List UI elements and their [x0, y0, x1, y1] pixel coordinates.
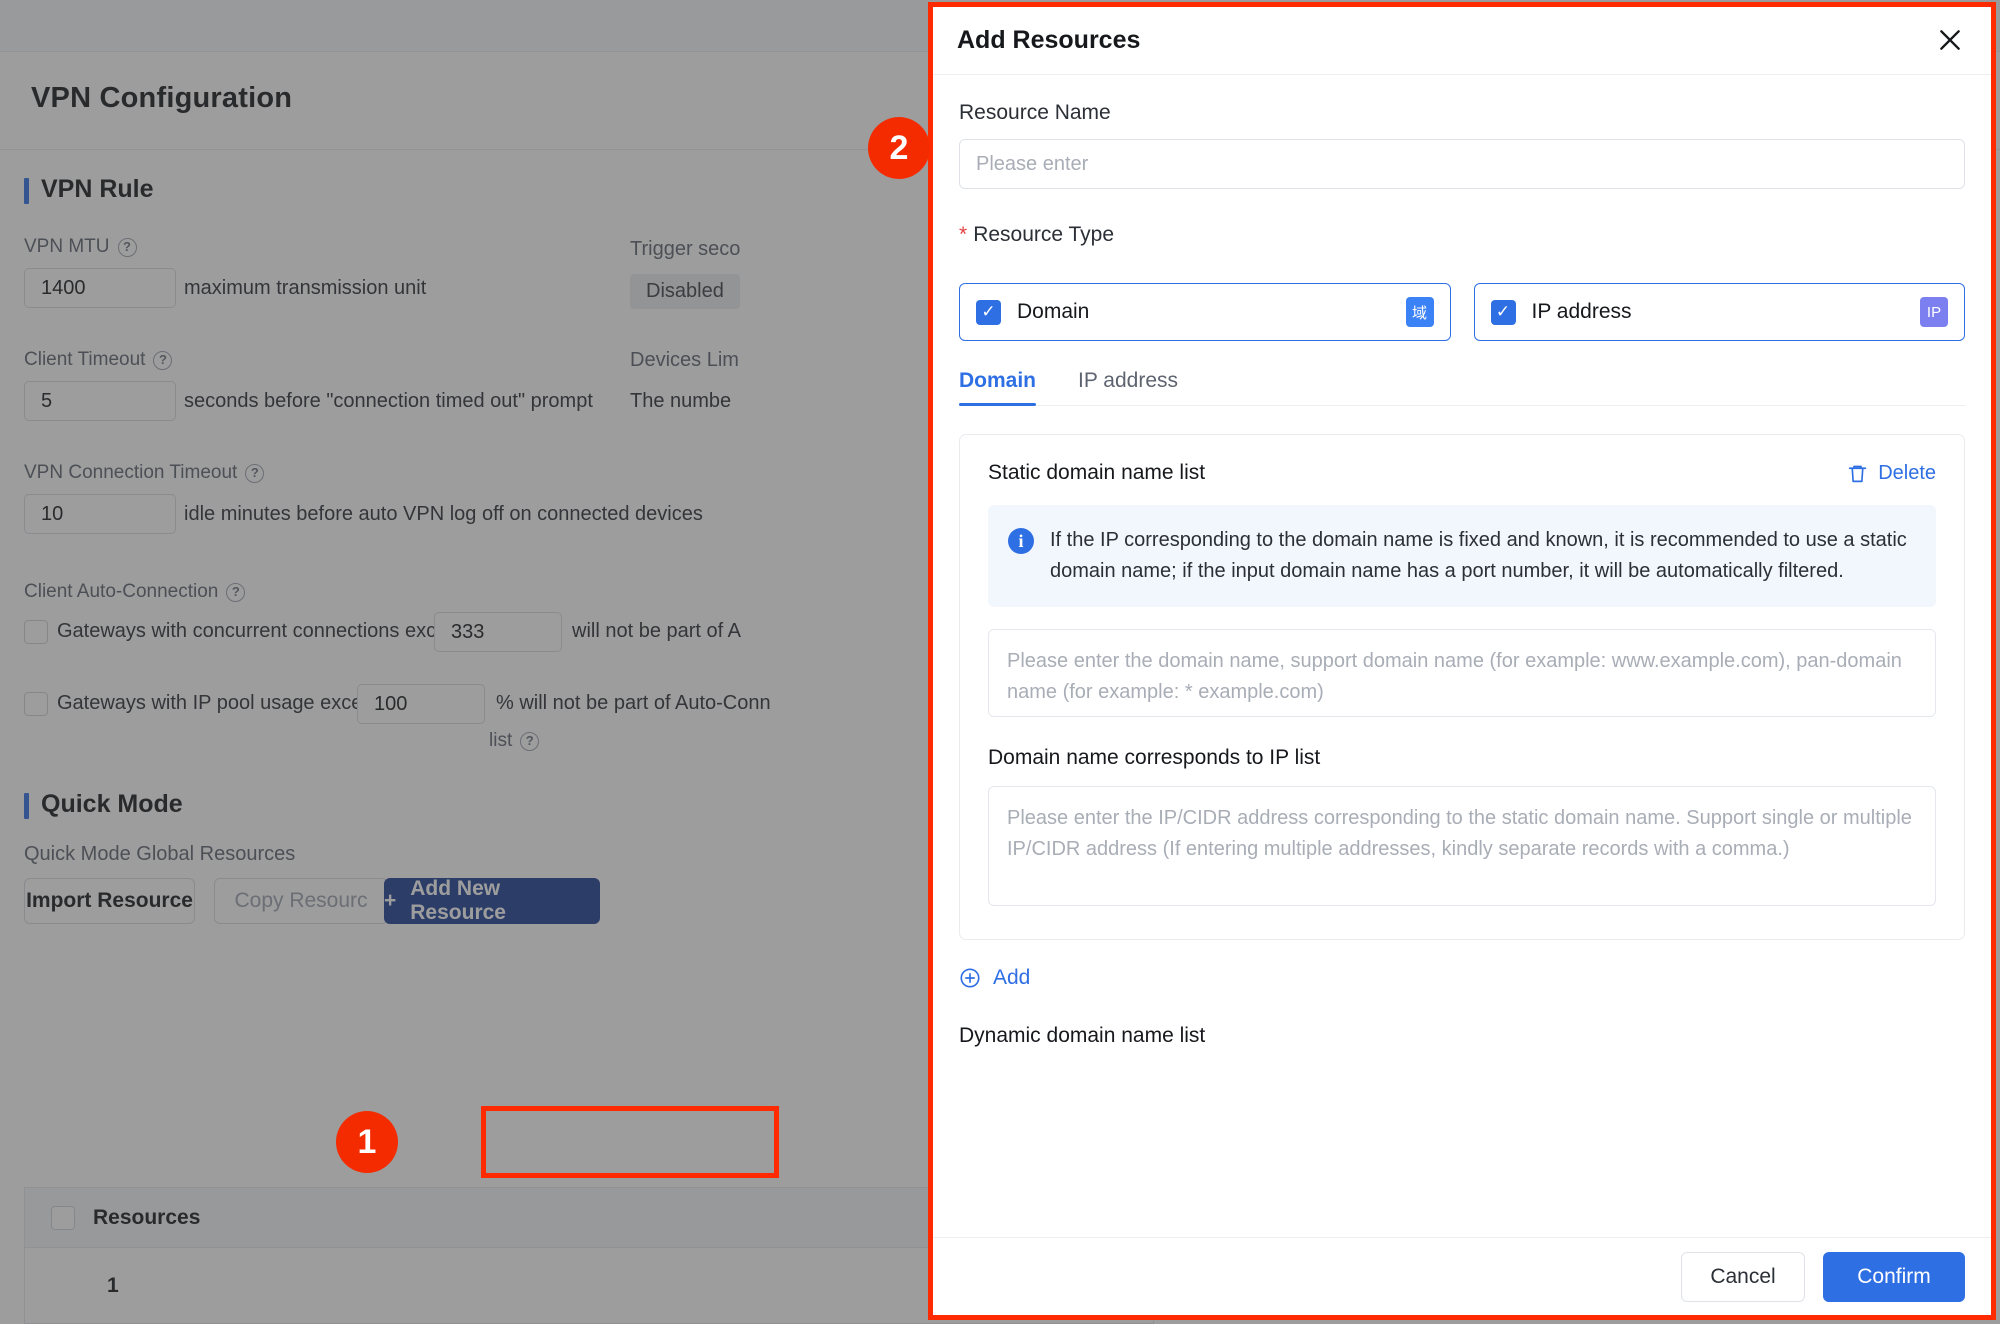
help-icon[interactable]: ? [226, 582, 246, 602]
label-client-auto-connection-text: Client Auto-Connection [24, 581, 219, 602]
resource-type-label: * Resource Type [959, 223, 1965, 247]
tab-domain[interactable]: Domain [959, 369, 1037, 406]
label-trigger-second: Trigger seco [630, 238, 741, 260]
confirm-button[interactable]: Confirm [1823, 1251, 1965, 1302]
info-notice-text: If the IP corresponding to the domain na… [1050, 529, 1907, 582]
label-devices-limit: Devices Lim [630, 349, 739, 371]
domain-badge-icon: 域 [1405, 297, 1434, 327]
resources-column-header: Resources [93, 1205, 201, 1229]
info-icon: i [1008, 528, 1034, 554]
required-mark: * [959, 223, 968, 246]
input-vpn-mtu[interactable]: 1400 [24, 268, 176, 308]
checkbox-concurrent-connections[interactable] [24, 620, 48, 644]
dialog-footer: Cancel Confirm [933, 1237, 1991, 1315]
annotation-marker-1: 1 [336, 1111, 398, 1173]
highlight-box-add-new-resource [481, 1106, 779, 1178]
domain-ip-list-label: Domain name corresponds to IP list [988, 746, 1321, 769]
suffix-ip-pool-usage-line2: list ? [489, 730, 540, 752]
close-icon[interactable] [1931, 21, 1969, 59]
label-vpn-mtu: VPN MTU ? [24, 236, 137, 258]
resource-name-label: Resource Name [959, 101, 1111, 124]
dialog-title: Add Resources [957, 26, 1141, 54]
label-vpn-mtu-text: VPN MTU [24, 236, 110, 257]
resource-type-ip-label: IP address [1531, 300, 1632, 323]
checkbox-ip-pool-usage[interactable] [24, 692, 48, 716]
static-domain-info-notice: i If the IP corresponding to the domain … [988, 505, 1936, 607]
label-client-auto-connection: Client Auto-Connection ? [24, 581, 246, 603]
input-ip-pool-usage[interactable]: 100 [357, 684, 485, 724]
help-icon[interactable]: ? [117, 237, 137, 257]
hint-vpn-connection-timeout: idle minutes before auto VPN log off on … [184, 503, 703, 525]
help-icon[interactable]: ? [520, 731, 540, 751]
section-heading-vpn-rule: VPN Rule [24, 175, 154, 204]
hint-devices-limit: The numbe [630, 390, 732, 412]
cancel-button[interactable]: Cancel [1681, 1251, 1805, 1302]
suffix-ip-pool-usage: % will not be part of Auto-Conn [496, 692, 771, 714]
add-label: Add [993, 966, 1031, 989]
resource-type-options: ✓ Domain 域 ✓ IP address IP [959, 283, 1965, 341]
dialog-body: Resource Name *Resource Type ✓ Domain 域 … [933, 75, 1991, 1237]
static-domain-name-card: Static domain name list Delete i If the … [959, 434, 1965, 940]
tab-ip-address[interactable]: IP address [1078, 369, 1178, 405]
import-resource-button[interactable]: Import Resource [24, 878, 195, 924]
hint-client-timeout: seconds before "connection timed out" pr… [184, 390, 593, 412]
section-heading-quick-mode: Quick Mode [24, 790, 183, 819]
dynamic-domain-list-title: Dynamic domain name list [959, 1024, 1206, 1047]
label-vpn-connection-timeout: VPN Connection Timeout ? [24, 462, 265, 484]
domain-ip-list-textarea[interactable] [988, 786, 1936, 906]
input-vpn-connection-timeout[interactable]: 10 [24, 494, 176, 534]
delete-static-domain-button[interactable]: Delete [1847, 462, 1936, 485]
resource-type-domain-label: Domain [1017, 300, 1090, 323]
checkbox-ip-checked[interactable]: ✓ [1490, 299, 1516, 325]
help-icon[interactable]: ? [245, 463, 265, 483]
annotation-marker-2: 2 [868, 117, 930, 179]
domain-name-textarea[interactable] [988, 629, 1936, 717]
copy-resource-button[interactable]: Copy Resourc [214, 878, 388, 924]
resource-type-label-text: Resource Type [973, 223, 1115, 246]
checkbox-select-all-resources[interactable] [51, 1205, 75, 1230]
status-badge-trigger: Disabled [630, 274, 740, 309]
trash-icon [1847, 463, 1868, 484]
dialog-header: Add Resources [933, 7, 1991, 75]
add-static-domain-button[interactable]: Add [959, 966, 1965, 990]
input-concurrent-connections[interactable]: 333 [434, 612, 562, 652]
plus-circle-icon [959, 967, 981, 989]
static-domain-list-title: Static domain name list [988, 461, 1206, 484]
ip-badge-icon: IP [1920, 297, 1948, 327]
label-client-timeout-text: Client Timeout [24, 349, 146, 370]
checkbox-domain-checked[interactable]: ✓ [976, 299, 1001, 325]
resource-type-option-domain[interactable]: ✓ Domain 域 [959, 283, 1451, 341]
input-client-timeout[interactable]: 5 [24, 381, 176, 421]
suffix-concurrent-connections: will not be part of A [572, 620, 741, 642]
hint-vpn-mtu: maximum transmission unit [184, 277, 427, 299]
resource-tabs: Domain IP address [959, 369, 1965, 406]
label-quick-mode-global-resources: Quick Mode Global Resources [24, 843, 296, 865]
add-new-resource-label: Add New Resource [410, 877, 506, 924]
suffix-ip-pool-usage-line2-text: list [489, 730, 513, 751]
resource-type-option-ip[interactable]: ✓ IP address IP [1473, 283, 1965, 341]
page-title: VPN Configuration [31, 82, 293, 114]
plus-icon: + [384, 889, 397, 912]
label-concurrent-connections: Gateways with concurrent connections exc… [57, 620, 497, 642]
add-resources-dialog: Add Resources Resource Name *Resource Ty… [928, 2, 1996, 1320]
label-vpn-connection-timeout-text: VPN Connection Timeout [24, 462, 238, 483]
delete-label: Delete [1878, 461, 1936, 484]
label-client-timeout: Client Timeout ? [24, 349, 173, 371]
resource-name-input[interactable] [959, 139, 1965, 189]
help-icon[interactable]: ? [153, 350, 173, 370]
add-new-resource-button[interactable]: + Add New Resource [384, 877, 600, 924]
static-domain-card-header: Static domain name list Delete [988, 461, 1936, 485]
